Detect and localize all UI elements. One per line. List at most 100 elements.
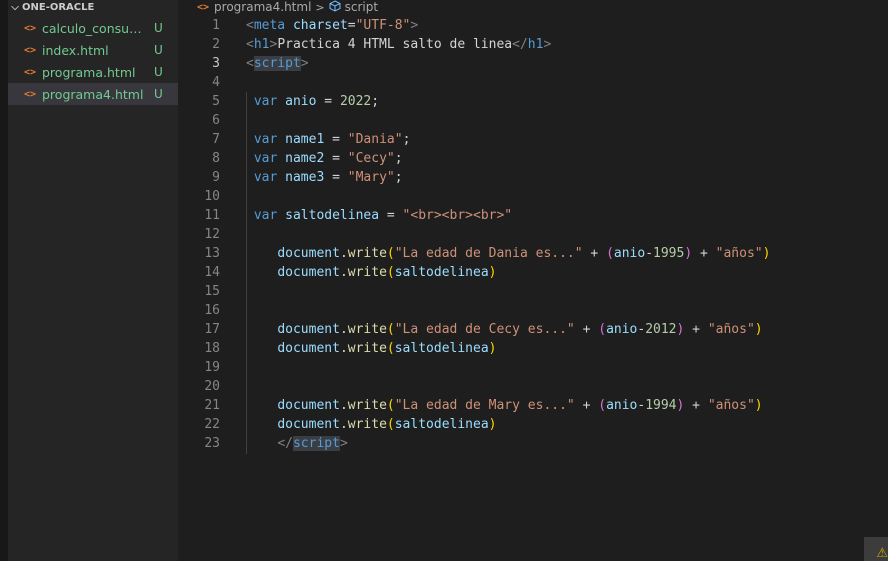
code-token: > — [543, 37, 552, 52]
warning-icon[interactable]: ⚠ — [864, 537, 888, 561]
code-line[interactable]: 13 document.write("La edad de Dania es..… — [178, 244, 888, 263]
code-token: > — [300, 56, 309, 71]
line-number: 14 — [204, 265, 220, 280]
code-line[interactable]: 4 — [178, 73, 888, 92]
code-token: ( — [386, 322, 395, 337]
code-token: < — [246, 56, 254, 71]
code-line[interactable]: 12 — [178, 225, 888, 244]
explorer-folder-header[interactable]: ⌵ ONE-ORACLE — [8, 0, 178, 14]
code-token: document — [277, 322, 340, 337]
code-token: name2 — [285, 151, 325, 166]
code-token: ( — [598, 322, 607, 337]
code-line[interactable]: 3 <script> — [178, 54, 888, 73]
code-line[interactable]: 16 — [178, 301, 888, 320]
code-line[interactable]: 1 <meta charset="UTF-8"> — [178, 16, 888, 35]
code-token: . — [339, 322, 348, 337]
code-line[interactable]: 9 var name3 = "Mary"; — [178, 168, 888, 187]
code-token: </ — [277, 436, 293, 451]
code-line[interactable]: 5 var anio = 2022; — [178, 92, 888, 111]
file-item[interactable]: <> programa.html U — [8, 61, 178, 83]
code-token: anio — [606, 398, 638, 413]
code-line[interactable]: 20 — [178, 377, 888, 396]
code-line[interactable]: 17 document.write("La edad de Cecy es...… — [178, 320, 888, 339]
code-line[interactable]: 6 — [178, 111, 888, 130]
code-token: = — [324, 170, 348, 185]
code-token: ) — [754, 322, 763, 337]
line-number: 22 — [204, 417, 220, 432]
line-number: 13 — [204, 246, 220, 261]
code-token: ) — [488, 265, 497, 280]
line-number: 11 — [204, 208, 220, 223]
file-item[interactable]: <> index.html U — [8, 39, 178, 61]
code-token: document — [277, 246, 340, 261]
code-token: > — [410, 18, 419, 33]
code-text: var name1 = "Dania"; — [246, 130, 411, 149]
file-name: programa4.html — [42, 86, 144, 102]
code-token: < — [246, 37, 254, 52]
code-token: write — [347, 398, 387, 413]
code-token: document — [277, 265, 340, 280]
code-token: anio — [613, 246, 646, 261]
line-number: 2 — [212, 37, 220, 52]
code-token: ( — [386, 246, 395, 261]
code-line[interactable]: 23 </script> — [178, 434, 888, 453]
breadcrumb-symbol[interactable]: script — [345, 0, 378, 14]
html-icon: <> — [24, 22, 37, 34]
code-token: ) — [762, 246, 771, 261]
code-token: "Mary" — [347, 170, 395, 185]
git-status-badge: U — [154, 43, 163, 57]
code-token: > — [339, 436, 348, 451]
line-number: 20 — [204, 379, 220, 394]
code-line[interactable]: 21 document.write("La edad de Mary es...… — [178, 396, 888, 415]
line-number: 6 — [212, 113, 220, 128]
code-token: name1 — [285, 132, 325, 147]
code-token: write — [347, 265, 387, 280]
code-line[interactable]: 8 var name2 = "Cecy"; — [178, 149, 888, 168]
code-token: </ — [512, 37, 528, 52]
line-number: 5 — [212, 94, 220, 109]
file-item[interactable]: <> programa4.html U — [8, 83, 178, 105]
line-number: 12 — [204, 227, 220, 242]
line-number: 10 — [204, 189, 220, 204]
code-token: Practica 4 HTML salto de linea — [277, 37, 513, 52]
code-token: saltodelinea — [285, 208, 380, 223]
code-token: ; — [402, 132, 411, 147]
code-text: document.write(saltodelinea) — [246, 415, 496, 434]
code-token: 1995 — [653, 246, 685, 261]
breadcrumb-file[interactable]: programa4.html — [214, 0, 311, 14]
code-token: . — [339, 417, 348, 432]
code-token: saltodelinea — [394, 341, 489, 356]
code-token: = — [324, 151, 348, 166]
code-line[interactable]: 7 var name1 = "Dania"; — [178, 130, 888, 149]
code-token: "años" — [707, 322, 755, 337]
line-number: 21 — [204, 398, 220, 413]
cube-icon — [329, 0, 341, 15]
code-token: ; — [394, 170, 403, 185]
line-number: 17 — [204, 322, 220, 337]
code-text: document.write("La edad de Cecy es..." +… — [246, 320, 763, 339]
file-item[interactable]: <> calculo_consum... U — [8, 17, 178, 39]
code-line[interactable]: 10 — [178, 187, 888, 206]
code-token: 2012 — [645, 322, 677, 337]
code-text: var anio = 2022; — [246, 92, 379, 111]
code-token: script — [292, 436, 340, 451]
code-line[interactable]: 2 <h1>Practica 4 HTML salto de linea</h1> — [178, 35, 888, 54]
code-token: ; — [371, 94, 380, 109]
code-line[interactable]: 19 — [178, 358, 888, 377]
code-line[interactable]: 18 document.write(saltodelinea) — [178, 339, 888, 358]
code-text: var saltodelinea = "<br><br><br>" — [246, 206, 512, 225]
code-line[interactable]: 11 var saltodelinea = "<br><br><br>" — [178, 206, 888, 225]
chevron-down-icon[interactable]: ⌵ — [8, 2, 22, 13]
code-line[interactable]: 15 — [178, 282, 888, 301]
code-token: var — [253, 151, 278, 166]
code-line[interactable]: 22 document.write(saltodelinea) — [178, 415, 888, 434]
code-line[interactable]: 14 document.write(saltodelinea) — [178, 263, 888, 282]
line-number: 1 — [212, 18, 220, 33]
code-editor[interactable]: 1 <meta charset="UTF-8"> 2 <h1>Practica 4 H… — [178, 16, 888, 561]
code-text: </script> — [246, 434, 348, 453]
line-number: 4 — [212, 75, 220, 90]
